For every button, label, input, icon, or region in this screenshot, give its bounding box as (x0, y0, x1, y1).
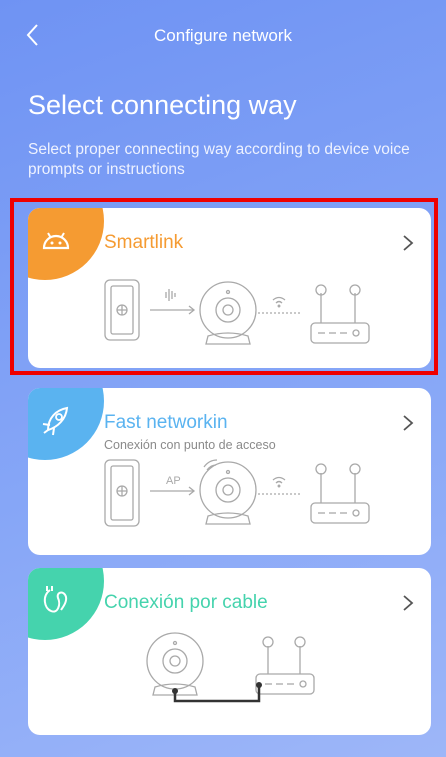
section-subtitle: Select proper connecting way according t… (28, 141, 410, 178)
ethernet-cable (173, 687, 261, 703)
router-icon (255, 636, 315, 695)
selection-highlight (10, 198, 438, 375)
fast-network-card[interactable]: Fast networkin Conexión con punto de acc… (28, 388, 431, 555)
section-heading: Select connecting way (28, 90, 297, 120)
top-bar: Configure network (0, 0, 446, 70)
router-icon (310, 463, 370, 524)
camera-icon (146, 632, 204, 696)
wifi-icon (272, 476, 286, 488)
fast-network-illustration: AP (104, 459, 370, 527)
ap-label: AP (166, 475, 181, 487)
cable-connection-illustration (146, 632, 315, 703)
camera-icon (199, 459, 257, 525)
cable-connection-card[interactable]: Conexión por cable (28, 568, 431, 735)
page-title: Configure network (154, 26, 292, 45)
